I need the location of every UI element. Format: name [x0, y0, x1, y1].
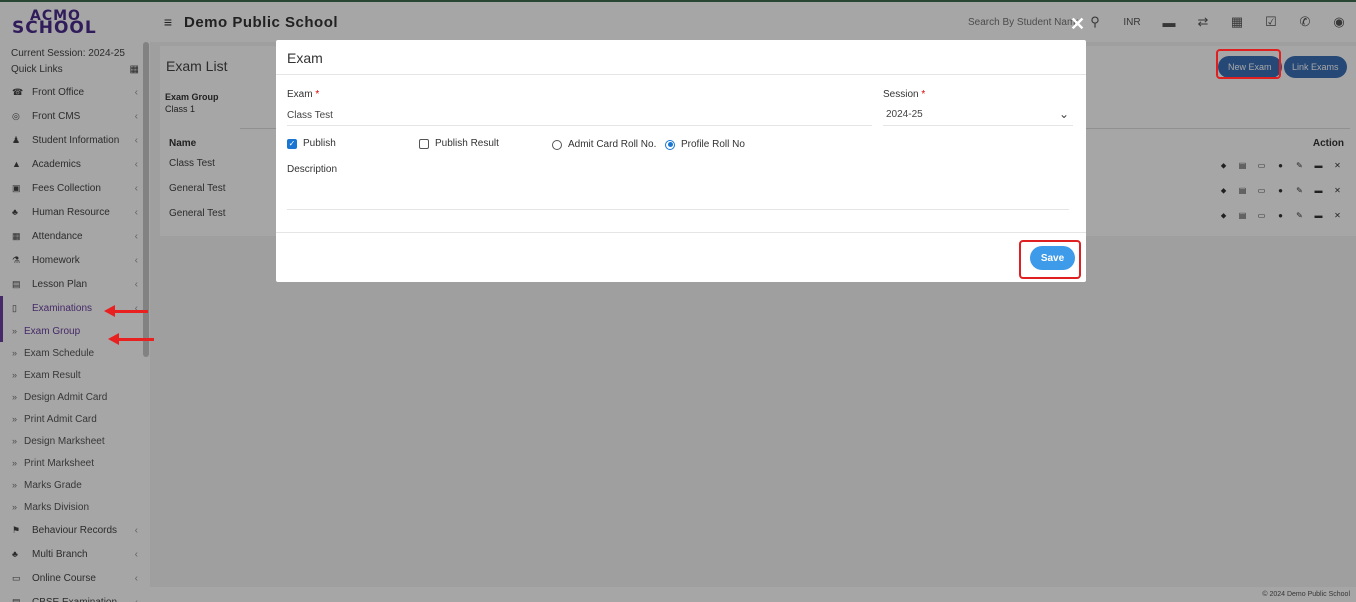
radio-selected-icon — [665, 139, 675, 150]
description-textarea[interactable] — [287, 178, 1069, 210]
required-marker: * — [921, 89, 926, 100]
publish-result-label: Publish Result — [435, 138, 499, 149]
exam-field-label: Exam * — [287, 89, 319, 100]
exam-name-input[interactable] — [287, 106, 872, 126]
new-exam-highlight — [1216, 49, 1281, 79]
description-label: Description — [287, 164, 338, 175]
examinations-pointer-arrow — [104, 305, 148, 317]
modal-title: Exam — [287, 50, 323, 66]
publish-label: Publish — [303, 138, 336, 149]
exam-modal: Exam Exam * Session * 2024-25 ⌄ ✓ Publis… — [276, 40, 1086, 282]
session-select[interactable]: 2024-25 ⌄ — [883, 106, 1073, 126]
save-highlight — [1019, 240, 1081, 279]
session-label-text: Session — [883, 89, 919, 100]
modal-footer-divider — [276, 232, 1086, 233]
required-marker: * — [315, 89, 320, 100]
admit-card-roll-label: Admit Card Roll No. — [568, 139, 657, 150]
profile-roll-radio[interactable]: Profile Roll No — [665, 139, 745, 150]
checkbox-checked-icon: ✓ — [287, 138, 297, 149]
publish-checkbox[interactable]: ✓ Publish — [287, 138, 336, 149]
chevron-down-icon: ⌄ — [1058, 107, 1069, 121]
session-selected-value: 2024-25 — [886, 109, 923, 120]
profile-roll-label: Profile Roll No — [681, 139, 745, 150]
exam-group-pointer-arrow — [108, 333, 154, 345]
publish-result-checkbox[interactable]: Publish Result — [419, 138, 499, 149]
session-field-label: Session * — [883, 89, 925, 100]
close-icon[interactable]: ✕ — [1070, 14, 1085, 35]
radio-unselected-icon — [552, 139, 562, 150]
admit-card-roll-radio[interactable]: Admit Card Roll No. — [552, 139, 656, 150]
modal-header-divider — [276, 74, 1086, 75]
checkbox-unchecked-icon — [419, 138, 429, 149]
exam-label-text: Exam — [287, 89, 313, 100]
